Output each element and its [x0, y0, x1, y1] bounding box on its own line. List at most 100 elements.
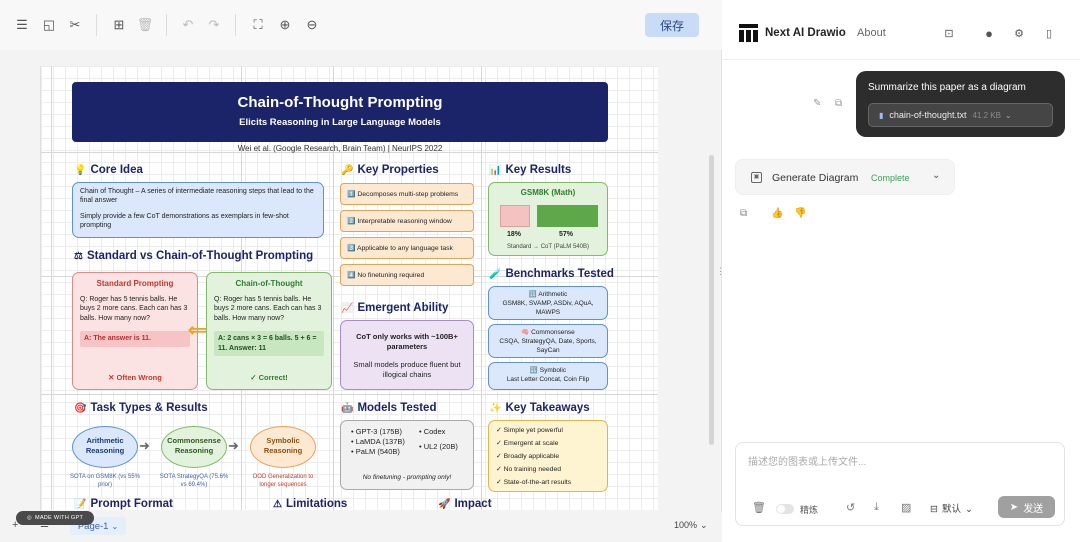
- zoom-in-icon[interactable]: ⊕: [274, 14, 296, 36]
- key-property-item[interactable]: 4️⃣ No finetuning required: [340, 264, 474, 286]
- copy-response-icon[interactable]: ⧉: [740, 208, 747, 219]
- settings-icon[interactable]: ⚙: [1011, 25, 1027, 41]
- task-node-arithmetic[interactable]: Arithmetic Reasoning: [72, 426, 138, 468]
- standard-answer: A: The answer is 11.: [80, 331, 190, 347]
- toolbar-divider: [166, 14, 167, 36]
- core-idea-box[interactable]: Chain of Thought – A series of intermedi…: [72, 182, 324, 238]
- file-icon: ▮: [879, 110, 884, 120]
- key-property-item[interactable]: 3️⃣ Applicable to any language task: [340, 237, 474, 259]
- takeaway-item: ✓ Simple yet powerful: [496, 427, 563, 434]
- panel-resize-handle[interactable]: ⋮: [716, 262, 725, 280]
- zoom-level[interactable]: 100% ⌄: [674, 520, 708, 531]
- vertical-scrollbar[interactable]: [709, 155, 714, 445]
- fit-page-icon[interactable]: ⛶: [247, 14, 269, 36]
- model-selector[interactable]: ⊟ 默认 ⌄: [930, 501, 973, 515]
- comparison-heading[interactable]: ⚖ Standard vs Chain-of-Thought Prompting: [74, 250, 313, 262]
- attached-file-chip[interactable]: ▮ chain-of-thought.txt 41.2 KB ⌄: [868, 103, 1053, 127]
- tools-icon[interactable]: ✂: [64, 14, 86, 36]
- chart-trend-icon: 📈: [341, 303, 354, 314]
- impact-heading[interactable]: 🚀 Impact: [438, 498, 492, 510]
- benchmark-symbolic-box[interactable]: 🔣 Symbolic Last Letter Concat, Coin Flip: [488, 362, 608, 390]
- key-results-heading[interactable]: 📊 Key Results: [489, 164, 571, 176]
- refine-toggle-label: 精炼: [800, 505, 819, 515]
- send-label: 发送: [1023, 503, 1044, 515]
- prompt-format-heading[interactable]: 📝 Prompt Format: [74, 498, 173, 510]
- core-idea-heading[interactable]: 💡 Core Idea: [74, 164, 143, 176]
- benchmark-detail: CSQA, StrategyQA, Date, Sports, SayCan: [499, 337, 597, 354]
- delete-icon[interactable]: 🗑: [134, 14, 156, 36]
- refine-toggle[interactable]: [776, 504, 794, 514]
- heading-text: Models Tested: [357, 402, 437, 414]
- heading-text: Prompt Format: [90, 498, 173, 510]
- menu-icon[interactable]: ☰: [11, 14, 33, 36]
- heading-text: Key Takeaways: [505, 402, 590, 414]
- limitations-heading[interactable]: ⚠ Limitations: [273, 498, 347, 510]
- about-link[interactable]: About: [857, 27, 886, 39]
- chevron-down-icon: ⌄: [700, 520, 708, 530]
- toolbar-divider: [235, 14, 236, 36]
- takeaways-box[interactable]: ✓ Simple yet powerful ✓ Emergent at scal…: [488, 420, 608, 492]
- tool-call-card[interactable]: ▣ Generate Diagram Complete ⌄: [735, 159, 955, 195]
- add-shape-icon[interactable]: ⊞: [108, 14, 130, 36]
- send-button[interactable]: ➤ 发送: [998, 496, 1055, 518]
- copy-icon[interactable]: ⧉: [835, 98, 842, 109]
- tool-icon: ▣: [751, 172, 762, 183]
- diagram-canvas[interactable]: Chain-of-Thought Prompting Elicits Reaso…: [40, 66, 658, 510]
- model-label: 默认: [941, 504, 961, 515]
- thumbs-up-icon[interactable]: 👍: [771, 208, 783, 219]
- cot-verdict: ✓ Correct!: [250, 372, 288, 382]
- core-idea-definition: Chain of Thought – A series of intermedi…: [80, 188, 314, 205]
- task-node-symbolic[interactable]: Symbolic Reasoning: [250, 426, 316, 468]
- collapse-panel-icon[interactable]: ▯: [1041, 25, 1057, 41]
- diagram-title: Chain-of-Thought Prompting: [237, 94, 443, 111]
- key-properties-heading[interactable]: 🔑 Key Properties: [341, 164, 439, 176]
- benchmark-arithmetic-box[interactable]: 🔢 Arithmetic GSM8K, SVAMP, ASDiv, AQuA, …: [488, 286, 608, 320]
- emergent-line-1: CoT only works with ~100B+ parameters: [356, 332, 458, 352]
- thumbs-down-icon[interactable]: 👎: [794, 208, 806, 219]
- benchmark-commonsense-box[interactable]: 🧠 Commonsense CSQA, StrategyQA, Date, Sp…: [488, 324, 608, 358]
- diagram-title-box[interactable]: Chain-of-Thought Prompting Elicits Reaso…: [72, 82, 608, 142]
- key-property-item[interactable]: 2️⃣ Interpretable reasoning window: [340, 210, 474, 232]
- standard-prompting-box[interactable]: Standard Prompting Q: Roger has 5 tennis…: [72, 272, 198, 390]
- benchmarks-heading[interactable]: 🧪 Benchmarks Tested: [489, 268, 614, 280]
- models-box[interactable]: • GPT-3 (175B) • LaMDA (137B) • PaLM (54…: [340, 420, 474, 490]
- github-icon[interactable]: ●: [981, 25, 997, 41]
- edit-icon[interactable]: ✎: [813, 98, 821, 109]
- diagram-authors[interactable]: Wei et al. (Google Research, Brain Team)…: [72, 144, 608, 153]
- history-icon[interactable]: ↺: [846, 501, 855, 514]
- toolbar-divider: [96, 14, 97, 36]
- key-property-item[interactable]: 1️⃣ Decomposes multi-step problems: [340, 183, 474, 205]
- model-item: • UL2 (20B): [419, 442, 458, 452]
- save-button[interactable]: 保存: [645, 13, 699, 37]
- takeaways-heading[interactable]: ✨ Key Takeaways: [489, 402, 590, 414]
- benchmark-title: 🔢 Arithmetic: [528, 291, 568, 298]
- models-heading[interactable]: 🤖 Models Tested: [341, 402, 436, 414]
- image-upload-icon[interactable]: ▨: [901, 501, 911, 514]
- download-icon[interactable]: ⤓: [874, 501, 879, 514]
- chat-header: Next AI Drawio About ⊡ ● ⚙ ▯: [723, 0, 1080, 60]
- tool-status: Complete: [871, 173, 910, 183]
- diagram-subtitle: Elicits Reasoning in Large Language Mode…: [239, 117, 441, 128]
- task-types-heading[interactable]: 🎯 Task Types & Results: [74, 402, 208, 414]
- cot-prompting-box[interactable]: Chain-of-Thought Q: Roger has 5 tennis b…: [206, 272, 332, 390]
- message-input[interactable]: [748, 453, 1048, 483]
- clear-chat-icon[interactable]: 🗑: [752, 501, 766, 514]
- file-size: 41.2 KB: [972, 110, 1001, 120]
- feedback-icon[interactable]: ⊡: [941, 25, 957, 41]
- benchmark-detail: GSM8K, SVAMP, ASDiv, AQuA, MAWPS: [502, 299, 594, 316]
- task-note-symbolic: OOD Generalization to longer sequences: [252, 474, 314, 488]
- made-with-badge[interactable]: ◎ MADE WITH GPT: [16, 511, 94, 525]
- emergent-ability-heading[interactable]: 📈 Emergent Ability: [341, 302, 448, 314]
- emergent-ability-box[interactable]: CoT only works with ~100B+ parameters Sm…: [340, 320, 474, 390]
- format-shapes-icon[interactable]: ◱: [38, 14, 60, 36]
- chevron-down-icon[interactable]: ⌄: [932, 170, 940, 181]
- task-node-commonsense[interactable]: Commonsense Reasoning: [161, 426, 227, 468]
- chevron-down-icon: ⌄: [111, 521, 119, 531]
- gsm8k-result-box[interactable]: GSM8K (Math) 18% 57% Standard → CoT (PaL…: [488, 182, 608, 256]
- warning-icon: ⚠: [273, 499, 282, 510]
- redo-icon[interactable]: ↷: [203, 14, 225, 36]
- sparkle-icon: ✨: [489, 403, 502, 414]
- zoom-out-icon[interactable]: ⊖: [301, 14, 323, 36]
- undo-icon[interactable]: ↶: [177, 14, 199, 36]
- test-tube-icon: 🧪: [489, 269, 502, 280]
